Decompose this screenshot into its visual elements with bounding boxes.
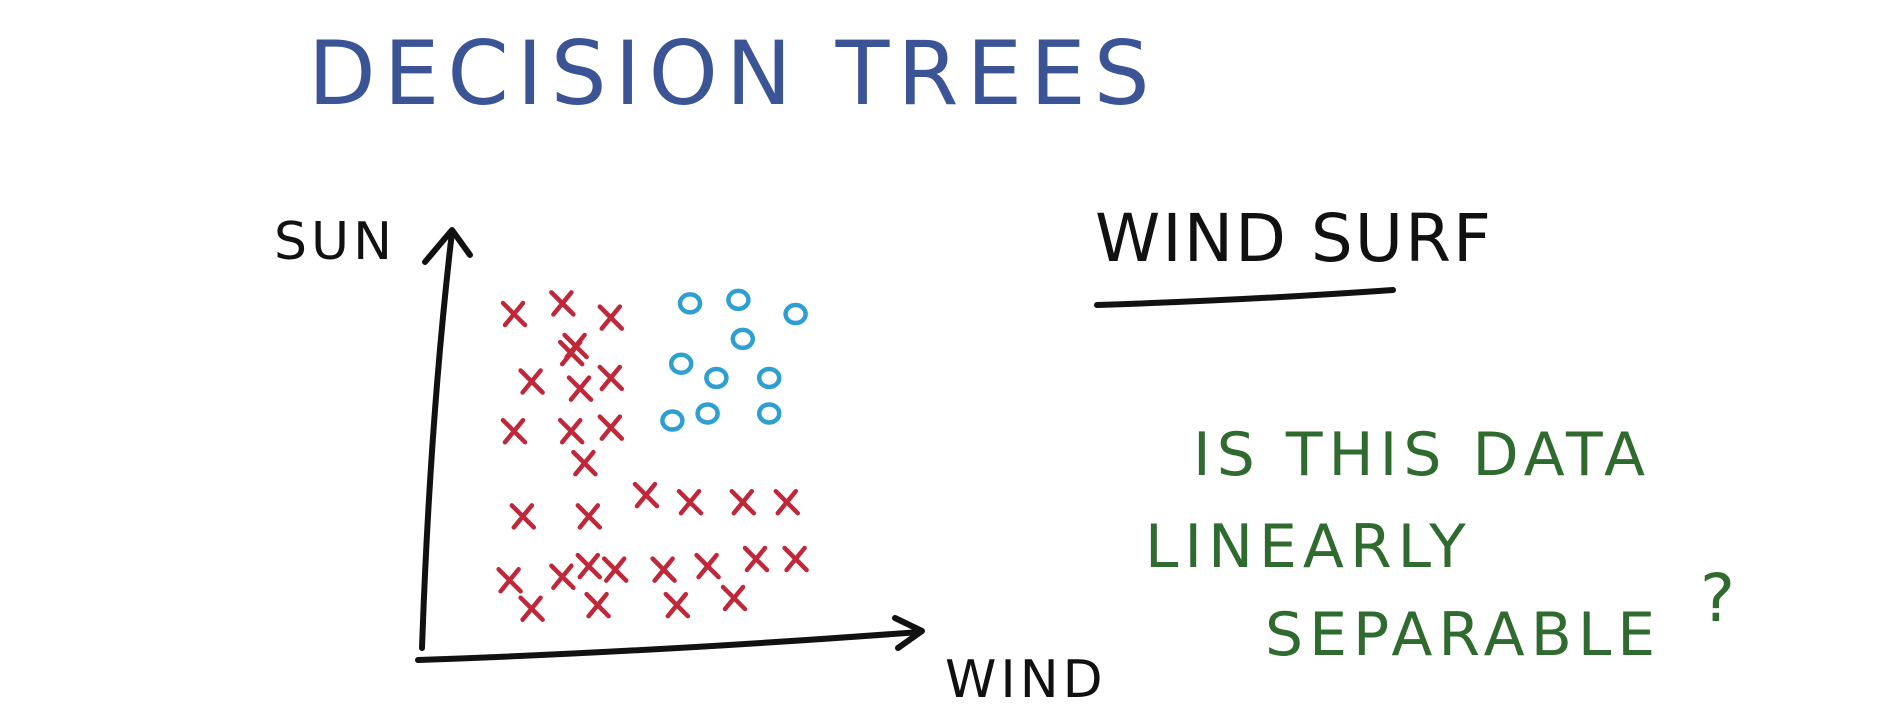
y-axis bbox=[419, 229, 455, 651]
circle-point bbox=[756, 402, 782, 425]
x-point bbox=[575, 503, 603, 530]
x-point bbox=[650, 556, 677, 583]
x-point bbox=[597, 414, 625, 441]
x-point bbox=[597, 304, 625, 331]
x-point bbox=[597, 364, 625, 392]
x-point bbox=[694, 552, 721, 580]
circle-point bbox=[677, 292, 703, 315]
x-point bbox=[571, 449, 598, 477]
scatter-plot bbox=[415, 227, 1396, 663]
x-point bbox=[782, 545, 809, 573]
x-point bbox=[557, 417, 585, 445]
circle-point bbox=[730, 327, 756, 351]
x-point bbox=[549, 290, 576, 317]
x-point bbox=[742, 545, 770, 573]
circle-point bbox=[695, 402, 720, 425]
x-point bbox=[663, 591, 691, 619]
x-point bbox=[575, 552, 603, 580]
x-point bbox=[518, 595, 545, 622]
circle-point bbox=[668, 352, 694, 375]
x-point bbox=[500, 300, 528, 328]
circle-point bbox=[726, 288, 751, 312]
x-point bbox=[496, 567, 523, 594]
x-point bbox=[500, 417, 528, 445]
x-point bbox=[509, 503, 537, 530]
windsurf-underline bbox=[1094, 287, 1396, 308]
x-point bbox=[584, 591, 611, 619]
x-point bbox=[729, 488, 757, 516]
circle-point bbox=[756, 366, 782, 390]
circle-point bbox=[783, 302, 808, 326]
circle-point bbox=[660, 409, 685, 432]
x-point bbox=[566, 375, 594, 402]
x-point bbox=[549, 563, 576, 590]
x-point bbox=[676, 488, 704, 516]
circle-point bbox=[704, 366, 729, 390]
x-point bbox=[720, 584, 748, 612]
x-axis bbox=[415, 629, 923, 663]
x-point bbox=[632, 481, 660, 509]
x-point bbox=[601, 556, 629, 583]
x-point bbox=[773, 488, 801, 516]
x-point bbox=[518, 368, 545, 395]
x-point bbox=[562, 332, 589, 360]
